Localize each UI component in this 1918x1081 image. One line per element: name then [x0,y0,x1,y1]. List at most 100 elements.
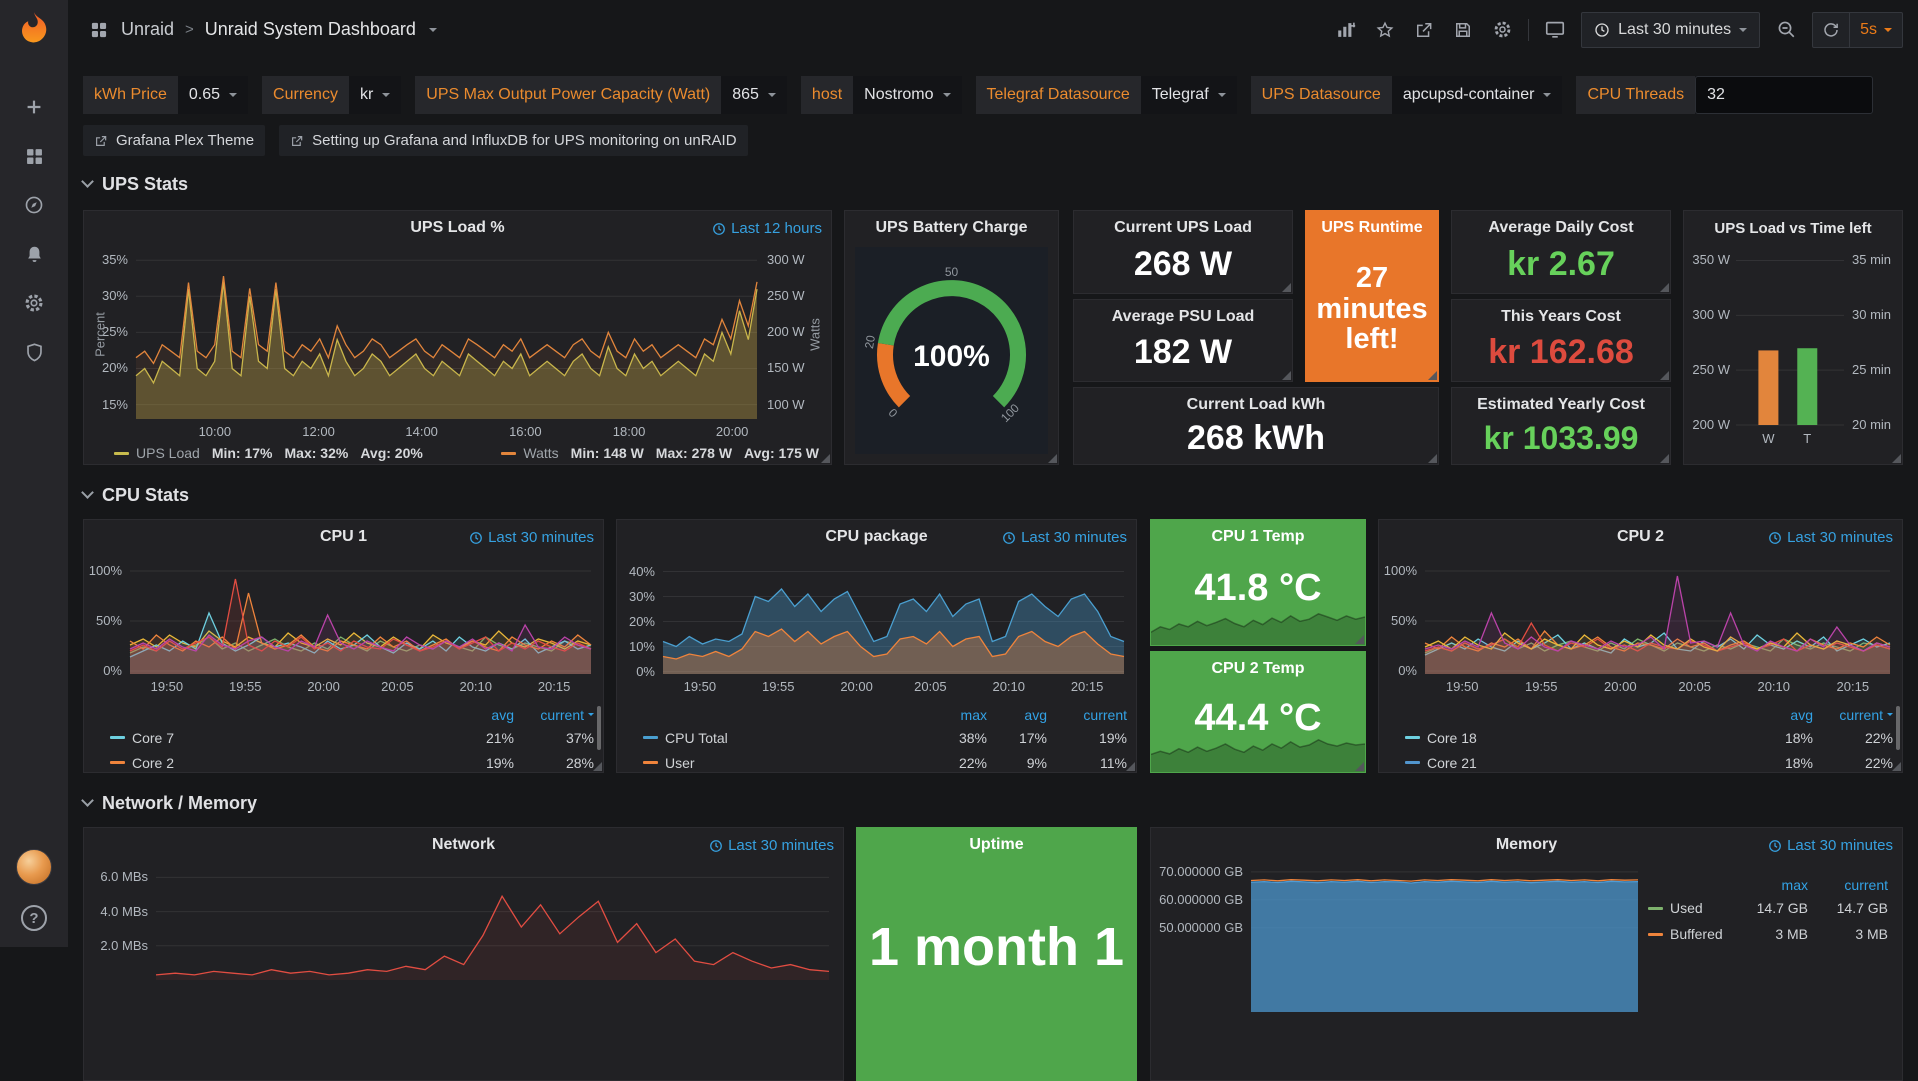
save-icon[interactable] [1452,19,1474,41]
add-panel-icon[interactable] [1335,19,1357,41]
legend-row[interactable]: Buffered 3 MB 3 MB [1648,921,1888,947]
row-header-network-memory[interactable]: Network / Memory [83,791,257,815]
panel-title[interactable]: Current Load kWh [1074,388,1438,422]
legend-column-avg[interactable]: avg [444,707,514,723]
dashboard-link[interactable]: Setting up Grafana and InfluxDB for UPS … [279,125,747,156]
panel-title[interactable]: Uptime [857,828,1136,862]
panel-resize-handle[interactable] [1428,371,1437,380]
panel-resize-handle[interactable] [1892,762,1901,771]
share-icon[interactable] [1413,19,1435,41]
panel-title[interactable]: UPS Load vs Time left [1684,211,1902,245]
stat-value: 44.4 °C [1151,680,1365,756]
panel-title[interactable]: UPS Runtime [1306,211,1438,245]
legend-column-current[interactable]: current [514,707,594,723]
create-icon[interactable] [22,95,46,119]
ups-load-vs-time-chart[interactable]: 350 W300 W250 W200 W35 min30 min25 min20… [1684,211,1902,464]
legend-row[interactable]: CPU Total 38% 17% 19% [643,725,1127,750]
panel-resize-handle[interactable] [1660,454,1669,463]
panel-title[interactable]: UPS Battery Charge [845,211,1058,245]
explore-icon[interactable] [22,193,46,217]
variable-value-dropdown[interactable]: 865 [721,76,787,114]
memory-chart[interactable]: 70.000000 GB60.000000 GB50.000000 GB [1151,828,1902,1080]
legend-row[interactable]: Core 7 21% 37% [110,725,594,750]
chevron-down-icon[interactable] [429,28,437,32]
legend-column-current[interactable]: current [1813,707,1893,723]
panel-time-range[interactable]: Last 30 minutes [1768,529,1893,546]
legend-row[interactable]: Core 21 18% 22% [1405,750,1893,775]
help-icon[interactable]: ? [21,905,47,931]
panel-time-range[interactable]: Last 30 minutes [1002,529,1127,546]
alerting-bell-icon[interactable] [22,242,46,266]
row-header-cpu-stats[interactable]: CPU Stats [83,483,189,507]
legend-series-name[interactable]: Watts [523,445,558,461]
panel-resize-handle[interactable] [593,762,602,771]
variable-value-dropdown[interactable]: kr [349,76,401,114]
dashboard-link[interactable]: Grafana Plex Theme [83,125,265,156]
panel-title[interactable]: Average PSU Load [1074,300,1292,334]
panel-resize-handle[interactable] [1355,762,1364,771]
breadcrumb-section[interactable]: Unraid [121,19,174,40]
dashboard-settings-gear-icon[interactable] [1491,19,1513,41]
cpu-threads-input[interactable] [1695,76,1873,114]
row-header-ups-stats[interactable]: UPS Stats [83,172,188,196]
panel-time-range[interactable]: Last 30 minutes [1768,837,1893,854]
panel-time-range[interactable]: Last 30 minutes [469,529,594,546]
configuration-gear-icon[interactable] [22,291,46,315]
legend-series-name[interactable]: UPS Load [136,445,200,461]
legend-column-max[interactable]: max [1728,877,1808,893]
panel-title[interactable]: Current UPS Load [1074,211,1292,245]
panel-time-range[interactable]: Last 12 hours [712,220,822,237]
legend-scrollbar[interactable] [597,706,601,750]
legend-column-current[interactable]: current [1808,877,1888,893]
variable-value-dropdown[interactable]: Telegraf [1141,76,1237,114]
panel-resize-handle[interactable] [1282,283,1291,292]
panel-time-range-label: Last 30 minutes [1021,529,1127,546]
panel-resize-handle[interactable] [1892,454,1901,463]
panel-resize-handle[interactable] [1660,283,1669,292]
legend-row[interactable]: Used 14.7 GB 14.7 GB [1648,895,1888,921]
user-avatar[interactable] [16,849,52,885]
panel-title[interactable]: This Years Cost [1452,300,1670,334]
legend-column-max[interactable]: max [927,707,987,723]
panel-time-range[interactable]: Last 30 minutes [709,837,834,854]
ups-load-chart[interactable]: 35%30%25%20%15%300 W250 W200 W150 W100 W… [84,211,831,464]
panel-resize-handle[interactable] [1355,635,1364,644]
panel-title[interactable]: Estimated Yearly Cost [1452,388,1670,422]
breadcrumb-title[interactable]: Unraid System Dashboard [205,19,416,40]
panel-resize-handle[interactable] [1660,371,1669,380]
legend-row[interactable]: Core 18 18% 22% [1405,725,1893,750]
legend-column-avg[interactable]: avg [987,707,1047,723]
legend-column-avg[interactable]: avg [1743,707,1813,723]
legend-scrollbar[interactable] [1896,706,1900,750]
axis-tick: 19:55 [1511,679,1571,694]
variable-value-dropdown[interactable]: 0.65 [178,76,248,114]
server-admin-shield-icon[interactable] [22,340,46,364]
dashboard-grid-icon[interactable] [88,19,110,41]
legend-series-name: Core 18 [1427,730,1743,746]
dashboards-icon[interactable] [22,144,46,168]
panel-title[interactable]: Average Daily Cost [1452,211,1670,245]
panel-resize-handle[interactable] [1048,454,1057,463]
stat-value: kr 162.68 [1452,330,1670,375]
cycle-view-monitor-icon[interactable] [1544,19,1566,41]
grafana-logo[interactable] [12,9,56,53]
panel-resize-handle[interactable] [1126,762,1135,771]
refresh-interval[interactable]: 5s [1850,13,1902,47]
legend-row[interactable]: User 22% 9% 11% [643,750,1127,775]
panel-title[interactable]: CPU 2 Temp [1151,652,1365,686]
refresh-icon[interactable] [1813,13,1850,47]
panel-resize-handle[interactable] [1282,371,1291,380]
variable-value-dropdown[interactable]: Nostromo [853,76,961,114]
variable-value-dropdown[interactable]: apcupsd-container [1392,76,1563,114]
star-icon[interactable] [1374,19,1396,41]
panel-resize-handle[interactable] [1428,454,1437,463]
zoom-out-icon[interactable] [1775,19,1797,41]
sort-caret-icon [1887,713,1893,716]
time-picker[interactable]: Last 30 minutes [1581,12,1760,48]
legend-column-current[interactable]: current [1047,707,1127,723]
panel-title[interactable]: CPU 1 Temp [1151,520,1365,554]
legend-row[interactable]: Core 2 19% 28% [110,750,594,775]
panel-resize-handle[interactable] [821,454,830,463]
network-chart[interactable]: 6.0 MBs4.0 MBs2.0 MBs [84,828,843,1080]
axis-unit-label: Percent [93,305,108,365]
